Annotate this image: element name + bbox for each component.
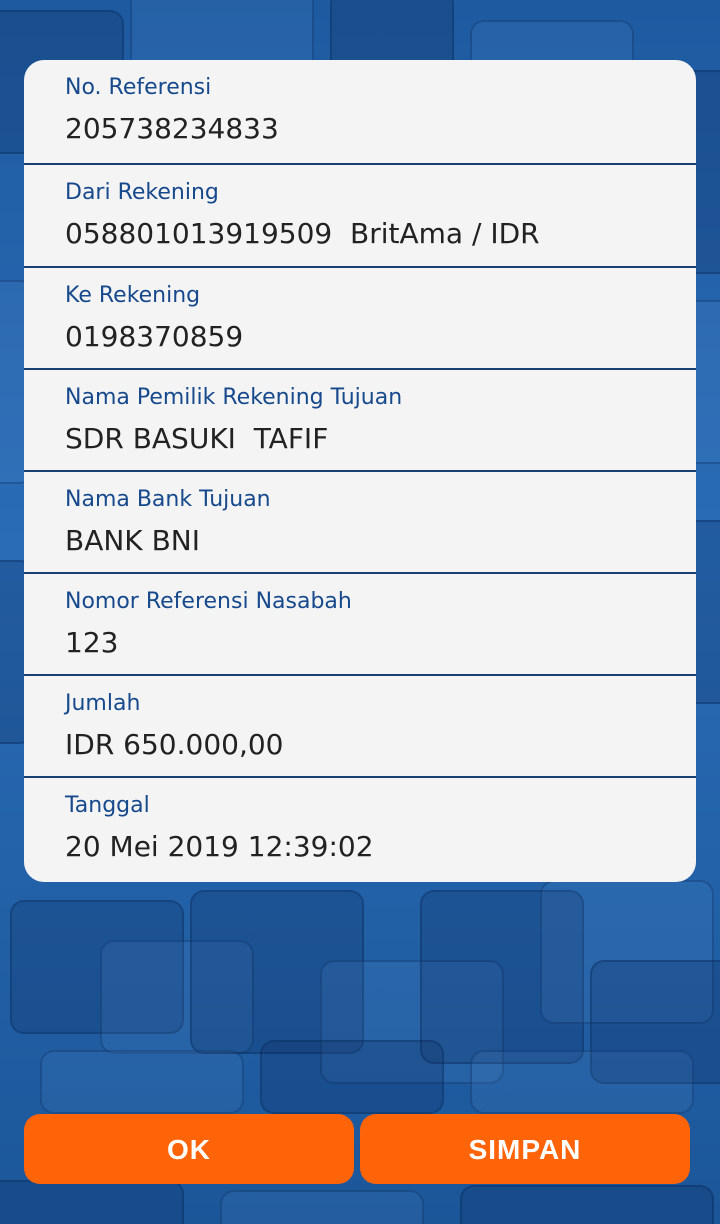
save-button[interactable]: SIMPAN <box>360 1114 690 1184</box>
detail-row-recipient-name: Nama Pemilik Rekening Tujuan SDR BASUKI … <box>24 370 696 470</box>
detail-row-destination-account: Ke Rekening 0198370859 <box>24 268 696 368</box>
detail-row-amount: Jumlah IDR 650.000,00 <box>24 676 696 776</box>
destination-account-value: 0198370859 <box>65 320 244 353</box>
destination-bank-label: Nama Bank Tujuan <box>65 487 271 512</box>
reference-number-value: 205738234833 <box>65 112 279 145</box>
detail-row-source-account: Dari Rekening 058801013919509 BritAma / … <box>24 165 696 266</box>
detail-row-date: Tanggal 20 Mei 2019 12:39:02 <box>24 778 696 882</box>
recipient-name-label: Nama Pemilik Rekening Tujuan <box>65 385 403 410</box>
detail-row-customer-reference: Nomor Referensi Nasabah 123 <box>24 574 696 674</box>
amount-value: IDR 650.000,00 <box>65 728 284 761</box>
detail-row-destination-bank: Nama Bank Tujuan BANK BNI <box>24 472 696 572</box>
ok-button[interactable]: OK <box>24 1114 354 1184</box>
detail-row-reference-number: No. Referensi 205738234833 <box>24 60 696 163</box>
destination-bank-value: BANK BNI <box>65 524 200 557</box>
date-value: 20 Mei 2019 12:39:02 <box>65 830 374 863</box>
recipient-name-value: SDR BASUKI TAFIF <box>65 422 329 455</box>
reference-number-label: No. Referensi <box>65 75 212 100</box>
destination-account-label: Ke Rekening <box>65 283 201 308</box>
customer-reference-value: 123 <box>65 626 119 659</box>
source-account-value: 058801013919509 BritAma / IDR <box>65 217 540 250</box>
date-label: Tanggal <box>65 793 150 818</box>
customer-reference-label: Nomor Referensi Nasabah <box>65 589 352 614</box>
amount-label: Jumlah <box>65 691 141 716</box>
source-account-label: Dari Rekening <box>65 180 219 205</box>
transaction-detail-card: No. Referensi 205738234833 Dari Rekening… <box>24 60 696 882</box>
